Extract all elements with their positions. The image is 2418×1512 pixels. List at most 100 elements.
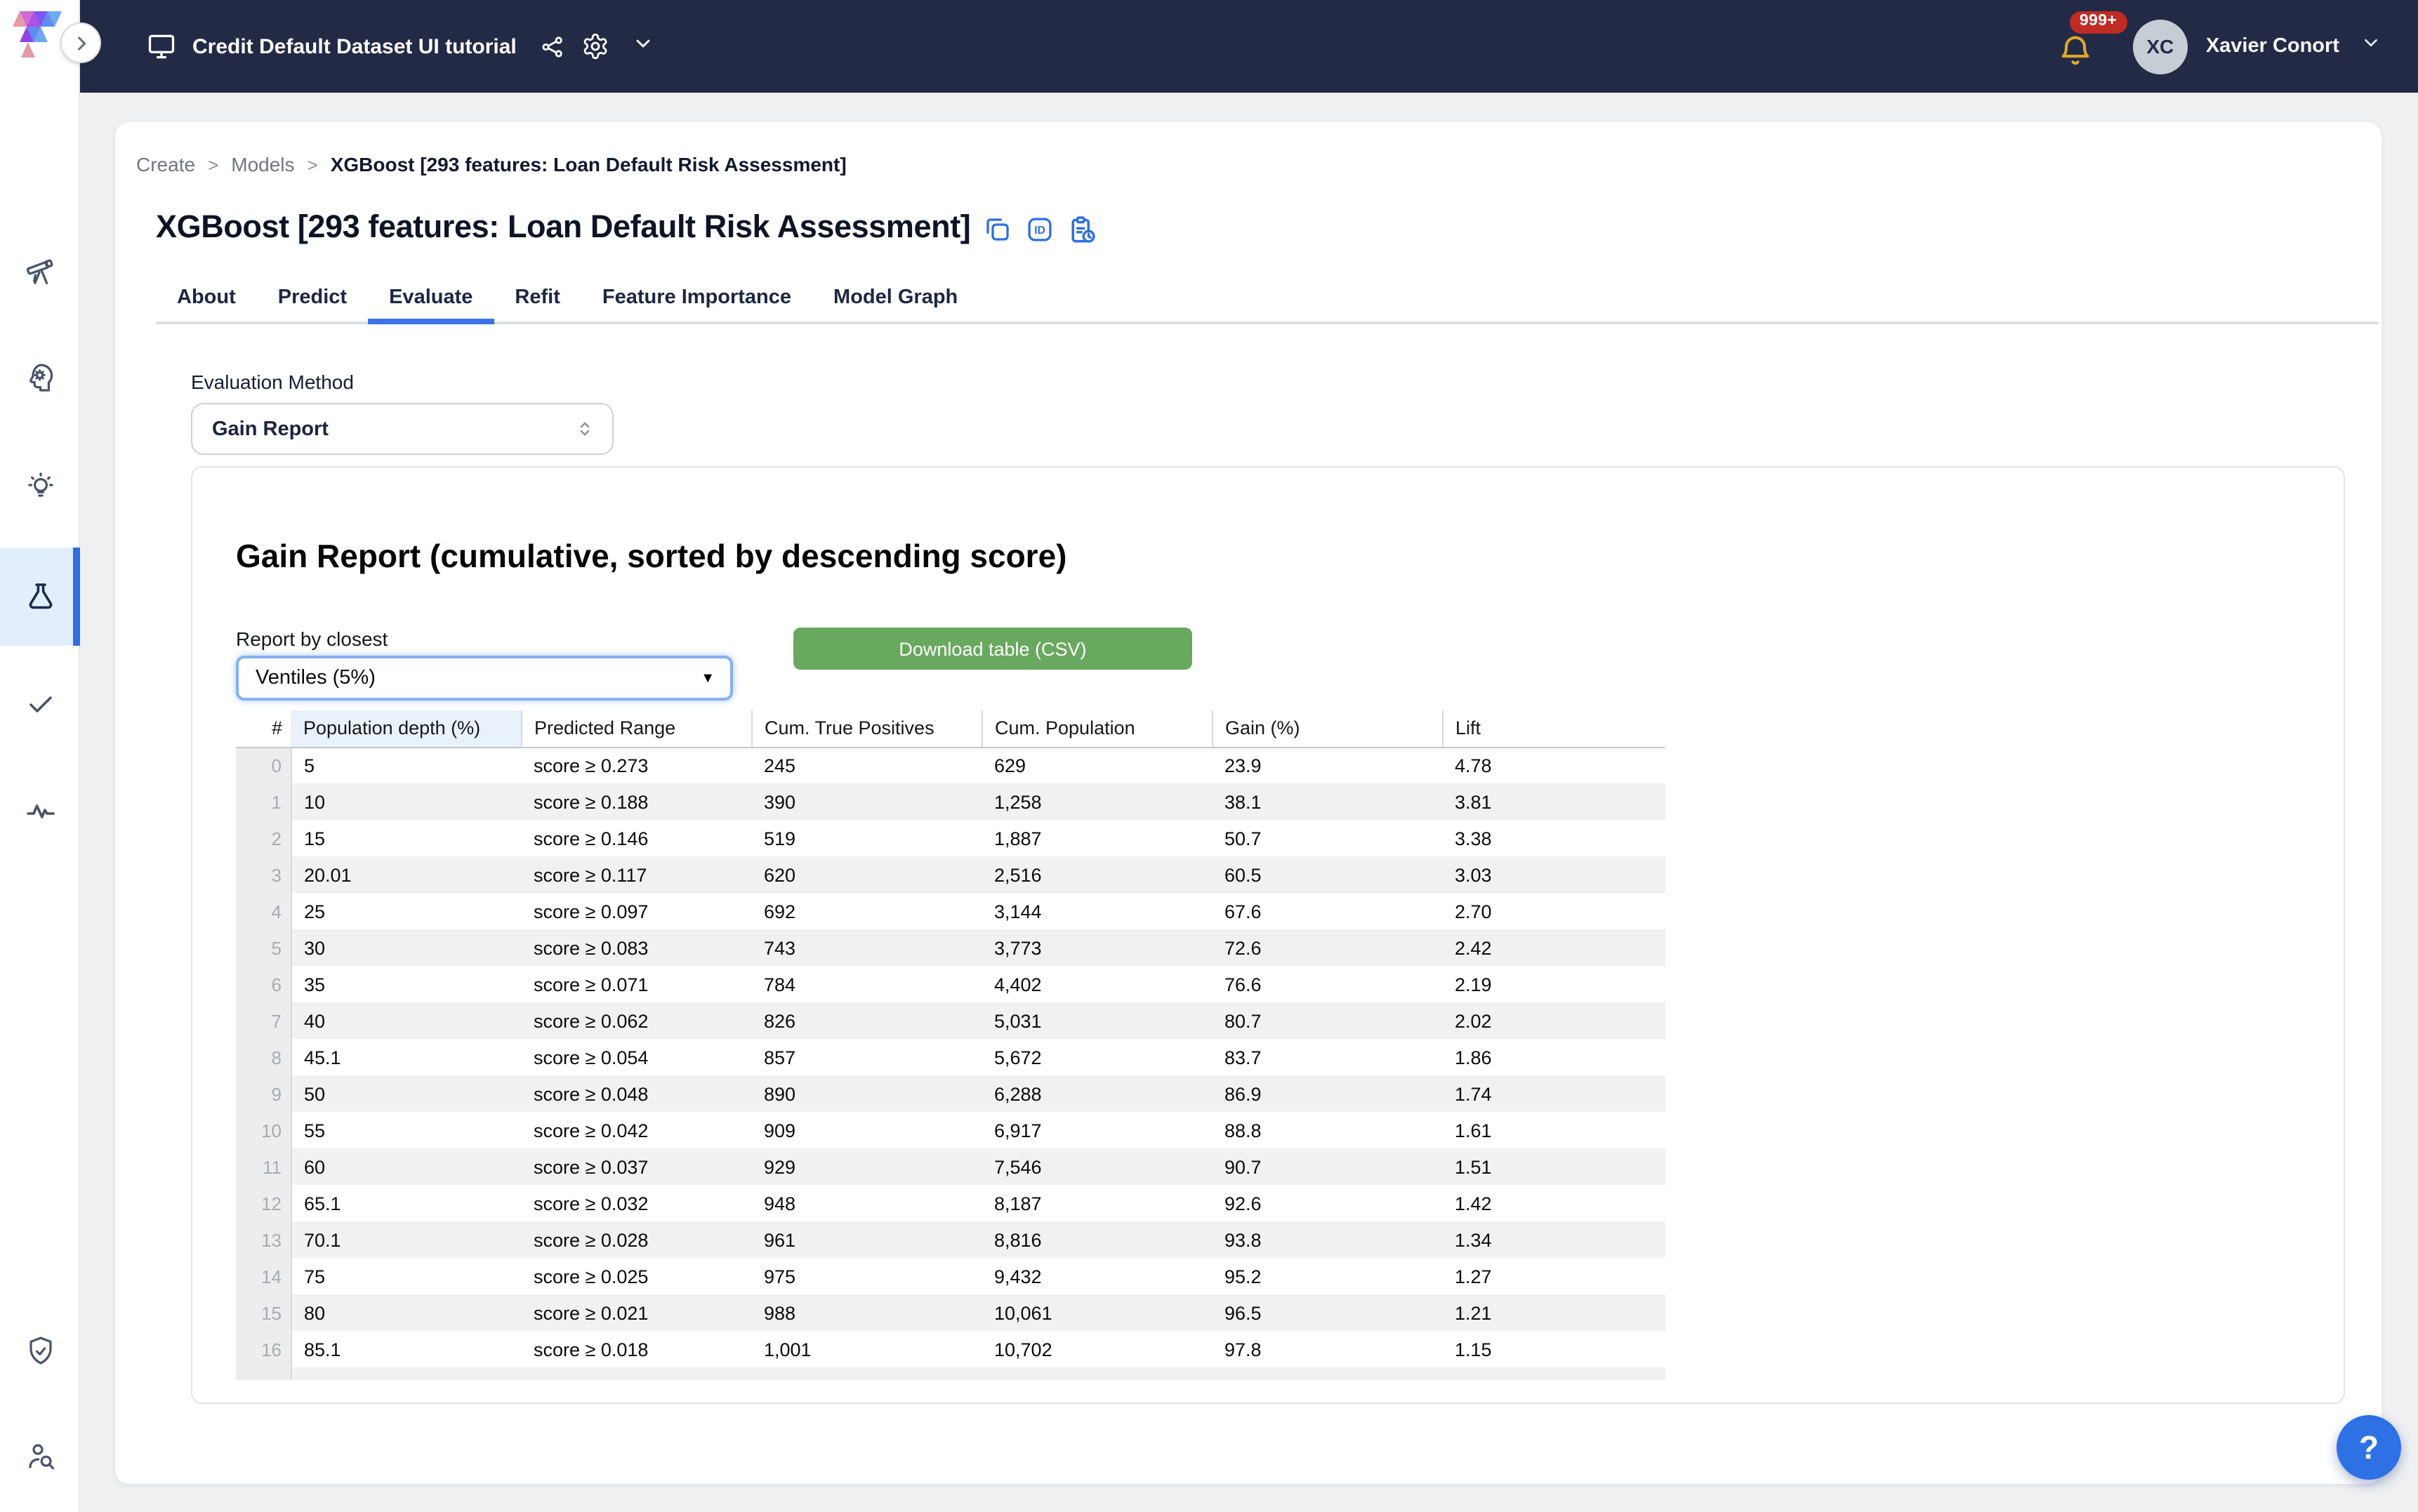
- table-cell: 3.38: [1442, 820, 1665, 856]
- table-cell: 245: [751, 747, 982, 783]
- user-name[interactable]: Xavier Conort: [2206, 35, 2339, 58]
- table-row: 215score ≥ 0.1465191,88750.73.38: [236, 820, 1665, 856]
- sidebar-item-explore[interactable]: [0, 230, 80, 312]
- table-cell: score ≥ 0.054: [521, 1039, 751, 1075]
- column-header[interactable]: Predicted Range: [521, 710, 751, 747]
- table-cell: 50.7: [1212, 820, 1442, 856]
- table-cell: 35: [291, 966, 521, 1002]
- table-row: 1580score ≥ 0.02198810,06196.51.21: [236, 1294, 1665, 1331]
- logo-icon: [11, 8, 67, 59]
- user-search-icon: [23, 1439, 57, 1473]
- table-row: 05score ≥ 0.27324562923.94.78: [236, 747, 1665, 783]
- topbar: Credit Default Dataset UI tutorial: [80, 0, 2418, 93]
- download-csv-button[interactable]: Download table (CSV): [793, 628, 1192, 670]
- column-header[interactable]: Gain (%): [1212, 710, 1442, 747]
- table-cell: 1.51: [1442, 1148, 1665, 1185]
- project-menu-chevron-icon[interactable]: [632, 32, 654, 61]
- breadcrumb-separator: >: [208, 154, 218, 175]
- row-index: 7: [236, 1002, 291, 1039]
- table-cell: 40: [291, 1002, 521, 1039]
- gain-table: #Population depth (%)Predicted RangeCum.…: [236, 710, 1665, 1380]
- share-icon[interactable]: [539, 33, 566, 60]
- table-row-clipped: [236, 1367, 1665, 1380]
- breadcrumb-item[interactable]: Models: [231, 153, 294, 175]
- lightbulb-icon: [23, 469, 57, 503]
- table-cell: 3,144: [982, 893, 1212, 929]
- table-cell: 975: [751, 1258, 982, 1294]
- evaluation-method-select[interactable]: Gain Report: [191, 403, 614, 455]
- avatar[interactable]: XC: [2133, 19, 2188, 74]
- table-cell: 50: [291, 1075, 521, 1112]
- tab-refit[interactable]: Refit: [494, 274, 581, 321]
- sidebar-item-insights[interactable]: [0, 445, 80, 526]
- notifications-button[interactable]: 999+: [2057, 22, 2105, 70]
- table-cell: 1.34: [1442, 1221, 1665, 1258]
- breadcrumb-separator: >: [308, 154, 318, 175]
- table-cell: 6,288: [982, 1075, 1212, 1112]
- select-updown-icon: [574, 418, 595, 439]
- head-gear-icon: [23, 361, 57, 394]
- sidebar-item-train[interactable]: [0, 337, 80, 418]
- table-cell: 92.6: [1212, 1185, 1442, 1221]
- table-cell: 8,816: [982, 1221, 1212, 1258]
- table-cell: 38.1: [1212, 783, 1442, 820]
- tab-feature-importance[interactable]: Feature Importance: [581, 274, 812, 321]
- table-row: 1160score ≥ 0.0379297,54690.71.51: [236, 1148, 1665, 1185]
- table-row: 635score ≥ 0.0717844,40276.62.19: [236, 966, 1665, 1002]
- copy-icon[interactable]: [983, 215, 1012, 244]
- table-cell: [521, 1367, 751, 1380]
- tab-about[interactable]: About: [156, 274, 257, 321]
- table-cell: 5,672: [982, 1039, 1212, 1075]
- tab-predict[interactable]: Predict: [257, 274, 368, 321]
- row-index: 12: [236, 1185, 291, 1221]
- table-cell: 95.2: [1212, 1258, 1442, 1294]
- monitor-icon: [146, 31, 177, 62]
- table-cell: 10,061: [982, 1294, 1212, 1331]
- user-menu-chevron-icon[interactable]: [2360, 32, 2381, 60]
- table-cell: score ≥ 0.037: [521, 1148, 751, 1185]
- help-button[interactable]: ?: [2337, 1415, 2401, 1480]
- gain-table-header: #Population depth (%)Predicted RangeCum.…: [236, 710, 1665, 747]
- table-row: 425score ≥ 0.0976923,14467.62.70: [236, 893, 1665, 929]
- table-cell: [751, 1367, 982, 1380]
- id-badge-icon[interactable]: ID: [1025, 215, 1055, 244]
- table-cell: 620: [751, 856, 982, 893]
- table-cell: 890: [751, 1075, 982, 1112]
- table-cell: 5: [291, 747, 521, 783]
- clipboard-clock-icon[interactable]: [1067, 214, 1098, 245]
- table-cell: 65.1: [291, 1185, 521, 1221]
- sidebar-item-audit[interactable]: [0, 1415, 80, 1497]
- table-cell: 7,546: [982, 1148, 1212, 1185]
- table-cell: 961: [751, 1221, 982, 1258]
- notification-count-badge: 999+: [2070, 11, 2127, 34]
- column-header[interactable]: Lift: [1442, 710, 1665, 747]
- table-cell: 948: [751, 1185, 982, 1221]
- table-cell: 70.1: [291, 1221, 521, 1258]
- table-cell: 988: [751, 1294, 982, 1331]
- table-cell: 1,887: [982, 820, 1212, 856]
- tab-evaluate[interactable]: Evaluate: [368, 274, 494, 321]
- breadcrumb-item[interactable]: Create: [136, 153, 195, 175]
- table-cell: score ≥ 0.042: [521, 1112, 751, 1148]
- sidebar-item-governance[interactable]: [0, 1310, 80, 1391]
- sidebar-item-experiments[interactable]: [0, 548, 80, 646]
- sidebar-item-validate[interactable]: [0, 663, 80, 744]
- table-cell: 929: [751, 1148, 982, 1185]
- sidebar-item-monitor[interactable]: [0, 771, 80, 852]
- table-cell: 2.70: [1442, 893, 1665, 929]
- gain-report-heading: Gain Report (cumulative, sorted by desce…: [236, 538, 1067, 576]
- row-index: 9: [236, 1075, 291, 1112]
- gear-icon[interactable]: [581, 32, 609, 60]
- table-cell: 3.81: [1442, 783, 1665, 820]
- column-header[interactable]: #: [236, 710, 291, 747]
- report-by-select[interactable]: Ventiles (5%) ▼: [236, 656, 733, 701]
- column-header[interactable]: Cum. True Positives: [751, 710, 982, 747]
- shield-check-icon: [23, 1334, 57, 1367]
- project-title[interactable]: Credit Default Dataset UI tutorial: [192, 34, 517, 58]
- tab-model-graph[interactable]: Model Graph: [812, 274, 979, 321]
- sidebar-expand-button[interactable]: [60, 22, 101, 63]
- column-header[interactable]: Cum. Population: [982, 710, 1212, 747]
- flask-icon: [23, 580, 57, 614]
- bell-icon: [2057, 32, 2094, 69]
- column-header[interactable]: Population depth (%): [291, 710, 521, 747]
